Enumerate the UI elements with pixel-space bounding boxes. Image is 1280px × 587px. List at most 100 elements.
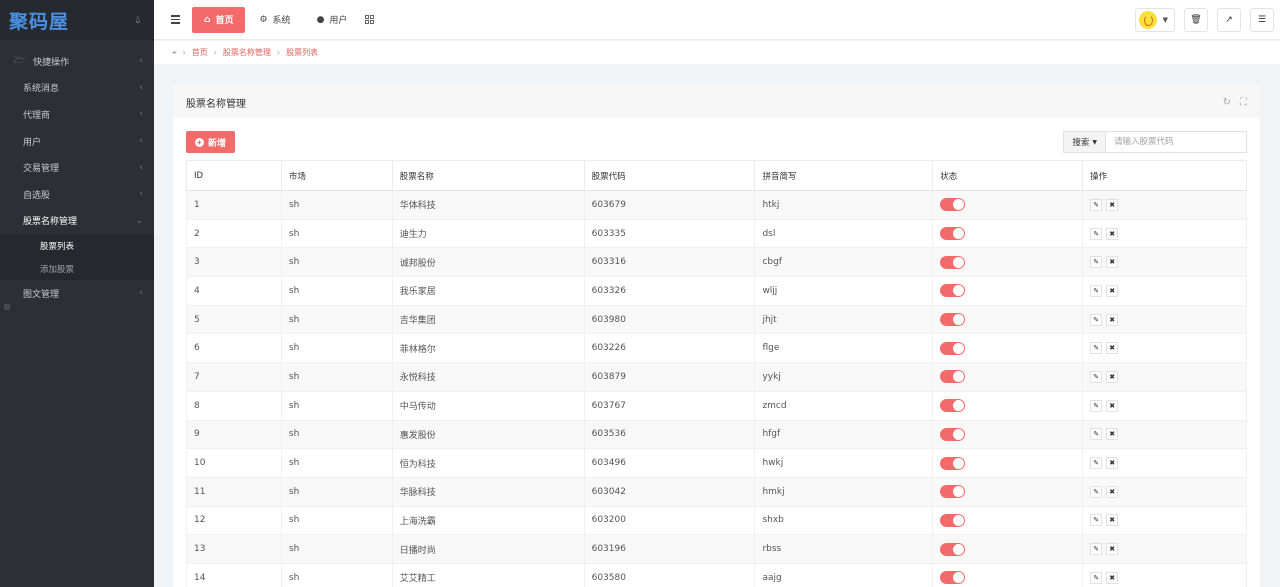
- cell-status: [932, 505, 1084, 536]
- status-toggle[interactable]: [940, 255, 966, 269]
- close-icon: ✖: [1109, 200, 1116, 209]
- status-toggle[interactable]: [940, 198, 966, 212]
- refresh-icon[interactable]: ↻: [1223, 97, 1231, 108]
- status-toggle[interactable]: [940, 513, 966, 527]
- delete-button[interactable]: ✖: [1106, 543, 1119, 556]
- status-toggle[interactable]: [940, 571, 966, 585]
- close-icon: ✖: [1109, 487, 1116, 496]
- settings-panel-button[interactable]: ☰: [1250, 8, 1274, 32]
- column-header-name[interactable]: 股票名称: [391, 160, 585, 191]
- delete-button[interactable]: ✖: [1106, 485, 1119, 498]
- edit-button[interactable]: ✎: [1090, 284, 1103, 297]
- status-toggle[interactable]: [940, 284, 966, 298]
- expand-icon[interactable]: ⛶: [1240, 97, 1247, 108]
- status-toggle[interactable]: [940, 341, 966, 355]
- edit-button[interactable]: ✎: [1090, 457, 1103, 470]
- delete-button[interactable]: ✖: [1106, 256, 1119, 269]
- trash-button[interactable]: 🗑︎: [1184, 8, 1208, 32]
- cell-stock-name: 中马传动: [391, 390, 585, 421]
- status-toggle[interactable]: [940, 456, 966, 470]
- table-row: 4 sh 我乐家居 603326 wljj ✎ ✖: [186, 276, 1247, 306]
- column-header-code[interactable]: 股票代码: [583, 160, 756, 191]
- cell-id: 6: [186, 333, 282, 364]
- delete-button[interactable]: ✖: [1106, 571, 1119, 584]
- delete-button[interactable]: ✖: [1106, 457, 1119, 470]
- status-toggle[interactable]: [940, 313, 966, 327]
- delete-button[interactable]: ✖: [1106, 227, 1119, 240]
- edit-button[interactable]: ✎: [1090, 313, 1103, 326]
- delete-button[interactable]: ✖: [1106, 342, 1119, 355]
- sidebar-item-users[interactable]: 用户 ‹: [0, 128, 154, 155]
- sidebar-item-media[interactable]: 图文管理 ‹: [0, 280, 154, 307]
- tab-home[interactable]: ⌂ 首页: [192, 6, 246, 33]
- column-header-pinyin[interactable]: 拼音简写: [754, 160, 934, 191]
- sidebar-item-label: 快捷操作: [33, 57, 70, 68]
- search-dropdown-button[interactable]: 搜索 ▼: [1063, 131, 1106, 153]
- status-toggle[interactable]: [940, 485, 966, 499]
- cell-actions: ✎ ✖: [1082, 390, 1247, 421]
- edit-button[interactable]: ✎: [1090, 227, 1103, 240]
- delete-button[interactable]: ✖: [1106, 514, 1119, 527]
- status-toggle[interactable]: [940, 370, 966, 384]
- delete-button[interactable]: ✖: [1106, 370, 1119, 383]
- status-toggle[interactable]: [940, 542, 966, 556]
- sidebar-item-trading[interactable]: 交易管理 ‹: [0, 154, 154, 181]
- table-row: 5 sh 吉华集团 603980 jhjt ✎ ✖: [186, 304, 1247, 335]
- column-header-market[interactable]: 市场: [280, 160, 393, 191]
- edit-button[interactable]: ✎: [1090, 342, 1103, 355]
- drop-icon[interactable]: 💧︎: [136, 13, 140, 27]
- sidebar-item-watchlist[interactable]: 自选股 ‹: [0, 181, 154, 208]
- edit-button[interactable]: ✎: [1090, 543, 1103, 556]
- status-toggle[interactable]: [940, 427, 966, 441]
- external-link-icon: ↗: [1225, 15, 1233, 25]
- tab-users[interactable]: ● 用户: [305, 7, 360, 33]
- cell-pinyin: jhjt: [754, 304, 934, 335]
- pencil-icon: ✎: [1093, 487, 1100, 496]
- delete-button[interactable]: ✖: [1106, 428, 1119, 441]
- edit-button[interactable]: ✎: [1090, 198, 1103, 211]
- column-header-status[interactable]: 状态: [932, 160, 1084, 191]
- edit-button[interactable]: ✎: [1090, 514, 1103, 527]
- cell-actions: ✎ ✖: [1082, 218, 1247, 249]
- breadcrumb-home[interactable]: 首页: [192, 47, 208, 58]
- submenu-item-stock-list[interactable]: 股票列表: [0, 234, 154, 257]
- delete-button[interactable]: ✖: [1106, 399, 1119, 412]
- edit-button[interactable]: ✎: [1090, 485, 1103, 498]
- avatar: [1138, 11, 1157, 29]
- row-actions: ✎ ✖: [1090, 313, 1246, 326]
- edit-button[interactable]: ✎: [1090, 370, 1103, 383]
- folder-icon: 🗁︎: [14, 56, 26, 67]
- edit-button[interactable]: ✎: [1090, 428, 1103, 441]
- cell-actions: ✎ ✖: [1082, 190, 1247, 220]
- status-toggle[interactable]: [940, 227, 966, 241]
- edit-button[interactable]: ✎: [1090, 256, 1103, 269]
- table-row: 9 sh 惠发股份 603536 hfgf ✎ ✖: [186, 419, 1247, 450]
- breadcrumb-stock-list[interactable]: 股票列表: [286, 47, 318, 58]
- status-toggle[interactable]: [940, 399, 966, 413]
- sidebar-item-agents[interactable]: 代理商 ‹: [0, 101, 154, 128]
- add-button[interactable]: + 新增: [186, 131, 236, 153]
- cell-actions: ✎ ✖: [1082, 333, 1247, 364]
- edit-button[interactable]: ✎: [1090, 571, 1103, 584]
- cell-pinyin: yykj: [754, 362, 934, 392]
- column-header-actions: 操作: [1082, 160, 1247, 191]
- delete-button[interactable]: ✖: [1106, 313, 1119, 326]
- breadcrumb-stock-names[interactable]: 股票名称管理: [223, 47, 271, 58]
- external-link-button[interactable]: ↗: [1217, 8, 1241, 32]
- tab-system[interactable]: ⚙ 系统: [247, 7, 302, 33]
- sidebar-item-quick-actions[interactable]: 🗁︎ 快捷操作 ‹: [0, 48, 154, 75]
- edit-button[interactable]: ✎: [1090, 399, 1103, 412]
- delete-button[interactable]: ✖: [1106, 198, 1119, 211]
- search-input[interactable]: [1106, 131, 1247, 153]
- hamburger-icon[interactable]: [171, 15, 185, 24]
- sidebar-item-system-messages[interactable]: 系统消息 ‹: [0, 75, 154, 102]
- cell-status: [932, 448, 1084, 478]
- sidebar-item-stock-names[interactable]: 股票名称管理 ⌄: [0, 207, 154, 235]
- user-menu[interactable]: ▼: [1134, 8, 1175, 32]
- collapse-handle[interactable]: [4, 304, 10, 310]
- column-header-id[interactable]: ID: [186, 160, 282, 191]
- table-row: 13 sh 日播时尚 603196 rbss ✎ ✖: [186, 534, 1247, 564]
- submenu-item-add-stock[interactable]: 添加股票: [0, 257, 154, 280]
- grid-icon[interactable]: [365, 15, 375, 24]
- delete-button[interactable]: ✖: [1106, 284, 1119, 297]
